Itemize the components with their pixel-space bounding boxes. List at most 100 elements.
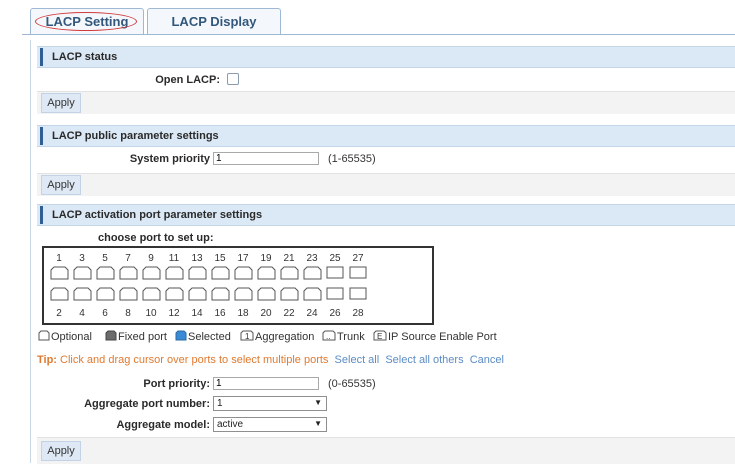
port-16[interactable] xyxy=(211,287,230,301)
port-3[interactable] xyxy=(73,266,92,280)
port-23[interactable] xyxy=(303,266,322,280)
port-20[interactable] xyxy=(257,287,276,301)
legend-selected-label: Selected xyxy=(188,331,231,343)
chevron-down-icon: ▼ xyxy=(314,398,322,407)
port-number-24: 24 xyxy=(306,308,318,319)
lacp-status-apply-button[interactable]: Apply xyxy=(41,93,81,113)
port-number-27: 27 xyxy=(352,253,364,264)
section-marker xyxy=(40,48,43,66)
optional-port-icon xyxy=(38,330,50,341)
system-priority-input[interactable] xyxy=(213,152,319,165)
port-priority-input[interactable] xyxy=(213,377,319,390)
port-number-17: 17 xyxy=(237,253,249,264)
port-13[interactable] xyxy=(188,266,207,280)
port-number-18: 18 xyxy=(237,308,249,319)
port-number-26: 26 xyxy=(329,308,341,319)
section-marker xyxy=(40,206,43,224)
tab-lacp-display-label: LACP Display xyxy=(171,14,257,29)
legend-ip-source-label: IP Source Enable Port xyxy=(388,331,497,343)
port-number-28: 28 xyxy=(352,308,364,319)
port-number-16: 16 xyxy=(214,308,226,319)
port-24[interactable] xyxy=(303,287,322,301)
port-9[interactable] xyxy=(142,266,161,280)
port-21[interactable] xyxy=(280,266,299,280)
section-marker xyxy=(40,127,43,145)
port-22[interactable] xyxy=(280,287,299,301)
port-7[interactable] xyxy=(119,266,138,280)
port-18[interactable] xyxy=(234,287,253,301)
port-4[interactable] xyxy=(73,287,92,301)
port-number-9: 9 xyxy=(148,253,154,264)
port-15[interactable] xyxy=(211,266,230,280)
port-number-19: 19 xyxy=(260,253,272,264)
port-1[interactable] xyxy=(50,266,69,280)
port-14[interactable] xyxy=(188,287,207,301)
port-19[interactable] xyxy=(257,266,276,280)
svg-text:..: .. xyxy=(326,332,330,341)
port-number-8: 8 xyxy=(125,308,131,319)
port-number-12: 12 xyxy=(168,308,180,319)
chevron-down-icon: ▼ xyxy=(314,419,322,428)
port-number-20: 20 xyxy=(260,308,272,319)
port-2[interactable] xyxy=(50,287,69,301)
port-10[interactable] xyxy=(142,287,161,301)
port-26[interactable] xyxy=(326,287,344,300)
port-number-10: 10 xyxy=(145,308,157,319)
lacp-status-title: LACP status xyxy=(52,51,118,63)
port-number-5: 5 xyxy=(102,253,108,264)
tip-line: Tip: Click and drag cursor over ports to… xyxy=(37,354,504,366)
port-grid: 1 3 5 7 9 11 13 15 17 19 21 23 25 272 4 6 8 10 12 14 16 18 20 2… xyxy=(50,253,367,319)
port-number-23: 23 xyxy=(306,253,318,264)
port-number-1: 1 xyxy=(56,253,62,264)
port-priority-label: Port priority: xyxy=(143,378,210,390)
port-params-title: LACP activation port parameter settings xyxy=(52,209,263,221)
legend-trunk-label: Trunk xyxy=(337,331,365,343)
selected-port-icon xyxy=(175,330,187,341)
port-panel: 1 3 5 7 9 11 13 15 17 19 21 23 25 27 2 4 6 8 10 12 14 16 18 20 2… xyxy=(42,246,434,325)
lacp-status-header: LACP status xyxy=(37,46,735,68)
port-25[interactable] xyxy=(326,266,344,279)
aggregate-model-value: active xyxy=(217,419,244,430)
legend-fixed: Fixed port xyxy=(104,330,167,343)
port-number-6: 6 xyxy=(102,308,108,319)
port-5[interactable] xyxy=(96,266,115,280)
aggregate-port-select[interactable]: 1 ▼ xyxy=(213,396,327,411)
tab-lacp-setting[interactable]: LACP Setting xyxy=(30,8,144,34)
legend-trunk: .. Trunk xyxy=(321,330,365,343)
port-17[interactable] xyxy=(234,266,253,280)
active-tab-highlight xyxy=(35,12,137,31)
cancel-link[interactable]: Cancel xyxy=(470,354,504,366)
aggregation-port-icon: 1 xyxy=(240,330,254,341)
aggregate-port-label: Aggregate port number: xyxy=(84,398,210,410)
choose-port-label: choose port to set up: xyxy=(98,232,214,244)
port-number-14: 14 xyxy=(191,308,203,319)
port-12[interactable] xyxy=(165,287,184,301)
legend-aggregation: 1 Aggregation xyxy=(239,330,314,343)
public-params-apply-button[interactable]: Apply xyxy=(41,175,81,195)
port-number-11: 11 xyxy=(169,253,180,264)
port-params-apply-button[interactable]: Apply xyxy=(41,441,81,461)
svg-text:1: 1 xyxy=(245,332,250,341)
port-28[interactable] xyxy=(349,287,367,300)
tip-message: Click and drag cursor over ports to sele… xyxy=(60,354,329,366)
port-8[interactable] xyxy=(119,287,138,301)
lacp-status-button-row: Apply xyxy=(37,91,735,114)
tab-lacp-display[interactable]: LACP Display xyxy=(147,8,281,34)
open-lacp-checkbox[interactable] xyxy=(227,73,239,85)
public-params-title: LACP public parameter settings xyxy=(52,130,219,142)
fixed-port-icon xyxy=(105,330,117,341)
port-11[interactable] xyxy=(165,266,184,280)
port-number-13: 13 xyxy=(191,253,203,264)
port-params-header: LACP activation port parameter settings xyxy=(37,204,735,226)
port-number-21: 21 xyxy=(283,253,295,264)
port-27[interactable] xyxy=(349,266,367,279)
port-number-3: 3 xyxy=(79,253,85,264)
select-all-link[interactable]: Select all xyxy=(335,354,380,366)
aggregate-model-select[interactable]: active ▼ xyxy=(213,417,327,432)
port-number-15: 15 xyxy=(214,253,226,264)
aggregate-port-value: 1 xyxy=(217,398,223,409)
select-all-others-link[interactable]: Select all others xyxy=(385,354,463,366)
system-priority-label: System priority xyxy=(129,153,210,165)
legend-selected: Selected xyxy=(174,330,231,343)
port-6[interactable] xyxy=(96,287,115,301)
